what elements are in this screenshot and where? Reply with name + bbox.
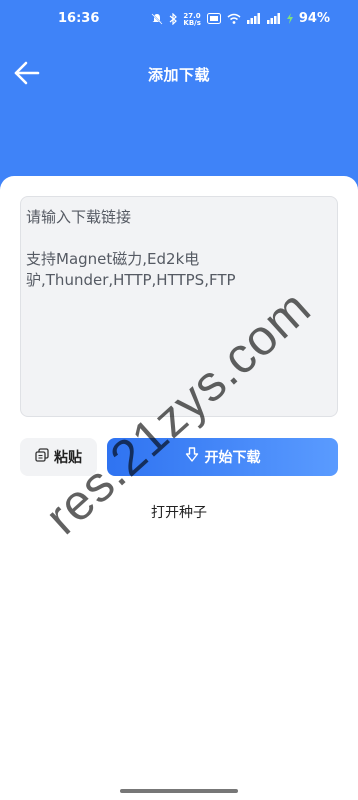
battery-level: 94% <box>298 11 330 26</box>
signal-icon-1 <box>246 12 261 25</box>
paste-button[interactable]: 粘贴 <box>20 438 97 476</box>
start-download-button[interactable]: 开始下载 <box>107 438 338 476</box>
network-speed-icon: 27.0 KB/s <box>183 11 201 27</box>
nfc-icon <box>206 12 221 25</box>
bluetooth-icon <box>169 12 178 25</box>
input-placeholder-line1: 请输入下载链接 <box>26 208 132 226</box>
paste-label: 粘贴 <box>54 450 82 466</box>
status-icons: 27.0 KB/s 94% <box>151 11 330 26</box>
page-title: 添加下载 <box>147 66 210 84</box>
home-indicator[interactable] <box>120 789 238 793</box>
open-torrent-link[interactable]: 打开种子 <box>0 502 358 522</box>
content-sheet: 请输入下载链接 支持Magnet磁力,Ed2k电驴,Thunder,HTTP,H… <box>0 176 358 800</box>
input-placeholder-line2: 支持Magnet磁力,Ed2k电驴,Thunder,HTTP,HTTPS,FTP <box>26 250 236 289</box>
download-arrow-icon <box>185 447 199 467</box>
status-time: 16:36 <box>58 11 100 26</box>
app-bar: 添加下载 <box>0 50 358 96</box>
copy-icon <box>35 448 49 466</box>
signal-icon-2 <box>266 12 281 25</box>
wifi-icon <box>227 13 241 25</box>
mute-icon <box>151 12 163 25</box>
charging-icon <box>286 12 293 25</box>
start-download-label: 开始下载 <box>204 450 261 466</box>
download-link-input[interactable]: 请输入下载链接 支持Magnet磁力,Ed2k电驴,Thunder,HTTP,H… <box>20 196 338 417</box>
status-bar: 16:36 27.0 KB/s 94% <box>0 0 358 38</box>
